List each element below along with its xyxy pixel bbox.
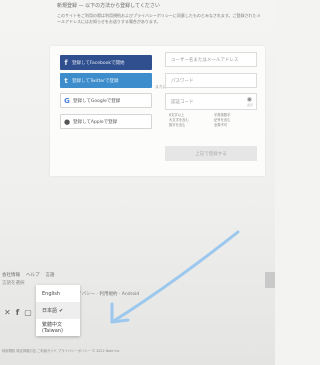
twitter-icon: t xyxy=(64,76,68,85)
copyright: 利用規約 特定商取引法 ご利用ガイド プライバシーポリシー © 2022 Not… xyxy=(2,349,121,353)
language-option-label: 繁體中文 (Taiwan) xyxy=(42,322,63,334)
facebook-signup-button[interactable]: f 登録してFacebookで開始 xyxy=(60,55,152,70)
password-placeholder: パスワード xyxy=(171,78,194,84)
password-field[interactable]: パスワード xyxy=(165,73,257,88)
google-signup-button[interactable]: G 登録してGoogleで登録 xyxy=(60,93,152,108)
language-label: 言語を選択 xyxy=(2,281,25,286)
submit-button[interactable]: 上記で登録する xyxy=(165,146,257,161)
eye-icon[interactable]: ◉ xyxy=(247,96,252,103)
footer-link[interactable]: ヘルプ xyxy=(26,272,40,278)
footer-social: ✕ f ▢ xyxy=(4,308,32,317)
language-option-label: English xyxy=(42,290,61,297)
facebook-icon[interactable]: f xyxy=(16,308,19,317)
email-placeholder: ユーザー名またはメールアドレス xyxy=(171,57,239,63)
code-placeholder: 認証コード xyxy=(171,99,194,105)
password-rules: 8文字以上 半角英数字 大文字を含む 記号を含む 数字を含む 全角不可 xyxy=(169,113,259,128)
language-option-japanese[interactable]: 日本語 ✔ xyxy=(36,302,80,319)
twitter-signup-button[interactable]: t 登録してTwitterで登録 xyxy=(60,73,152,88)
side-panel-edge xyxy=(265,272,275,288)
apple-signup-button[interactable]: ● 登録してAppleで登録 xyxy=(60,114,152,129)
twitter-signup-label: 登録してTwitterで登録 xyxy=(72,78,119,84)
language-dropdown-menu: English 日本語 ✔ 繁體中文 (Taiwan) xyxy=(36,285,80,336)
google-signup-label: 登録してGoogleで登録 xyxy=(73,98,121,104)
facebook-signup-label: 登録してFacebookで開始 xyxy=(72,60,125,66)
rule-item: 数字を含む xyxy=(169,123,186,127)
show-toggle-label: 表示 xyxy=(246,103,253,107)
checkmark-icon: ✔ xyxy=(59,307,64,314)
language-option-label: 日本語 xyxy=(42,308,58,314)
apple-signup-label: 登録してAppleで登録 xyxy=(73,119,118,125)
footer-link[interactable]: 言語 xyxy=(46,272,55,278)
instagram-icon[interactable]: ▢ xyxy=(24,308,32,317)
facebook-icon: f xyxy=(64,58,68,67)
page-title: 新規登録 — 以下の方法から登録してください xyxy=(57,3,160,9)
email-field[interactable]: ユーザー名またはメールアドレス xyxy=(165,52,257,67)
footer-link[interactable]: 会社情報 xyxy=(2,272,20,278)
page-description: このサイトをご利用の際は利用規約およびプライバシーポリシーに同意したものとみなさ… xyxy=(57,13,261,24)
code-field[interactable]: 認証コード ◉ 表示 xyxy=(165,93,257,110)
rule-item: 全角不可 xyxy=(214,123,228,127)
language-option-traditional-chinese[interactable]: 繁體中文 (Taiwan) xyxy=(36,319,80,336)
footer-links-row: 会社情報 ヘルプ 言語 xyxy=(2,272,55,278)
twitter-icon[interactable]: ✕ xyxy=(4,308,11,317)
google-icon: G xyxy=(64,96,70,105)
apple-icon: ● xyxy=(63,117,71,126)
signup-heading: 新規登録 — 以下の方法から登録してください このサイトをご利用の際は利用規約お… xyxy=(57,2,272,25)
language-option-english[interactable]: English xyxy=(36,285,80,302)
